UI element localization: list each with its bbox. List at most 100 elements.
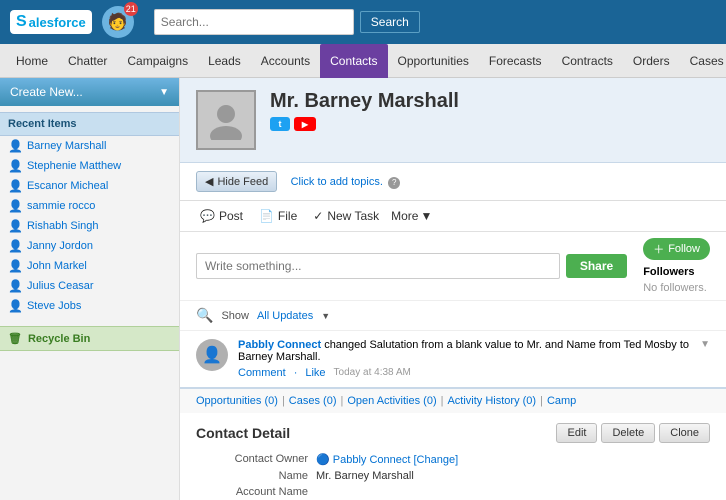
recent-items-title: Recent Items bbox=[0, 112, 179, 136]
task-icon: ✓ bbox=[313, 209, 323, 223]
activity-actor[interactable]: Pabbly Connect bbox=[238, 339, 321, 351]
search-input[interactable] bbox=[154, 9, 354, 35]
notification-badge: 21 bbox=[124, 2, 138, 16]
write-something-input[interactable] bbox=[196, 253, 560, 279]
share-button[interactable]: Share bbox=[566, 254, 627, 278]
write-area-row: Share ＋ Follow Followers No followers. bbox=[180, 232, 726, 301]
youtube-icon[interactable]: ▶ bbox=[294, 117, 316, 131]
salesforce-logo: Salesforce bbox=[10, 10, 92, 34]
tab-open-activities[interactable]: Open Activities (0) bbox=[347, 395, 436, 407]
activity-time: Today at 4:38 AM bbox=[334, 367, 411, 379]
post-icon: 💬 bbox=[200, 209, 215, 223]
like-link[interactable]: Like bbox=[305, 367, 325, 379]
filter-row: 🔍 Show All Updates ▼ bbox=[180, 301, 726, 331]
file-button[interactable]: 📄 File bbox=[255, 207, 301, 225]
user-avatar[interactable]: 🧑 21 bbox=[102, 6, 134, 38]
comment-link[interactable]: Comment bbox=[238, 367, 286, 379]
contact-info: Mr. Barney Marshall t ▶ bbox=[270, 90, 710, 131]
all-updates-link[interactable]: All Updates bbox=[257, 310, 313, 322]
new-task-button[interactable]: ✓ New Task bbox=[309, 207, 383, 225]
action-bar: 💬 Post 📄 File ✓ New Task More ▼ bbox=[180, 201, 726, 232]
clone-button[interactable]: Clone bbox=[659, 423, 710, 443]
hide-feed-button[interactable]: ◀ Hide Feed bbox=[196, 171, 277, 192]
show-label: Show bbox=[221, 310, 249, 322]
detail-table: Contact Owner 🔵 Pabbly Connect [Change] … bbox=[196, 453, 710, 500]
tab-separator: | bbox=[441, 395, 444, 407]
tab-activity-history[interactable]: Activity History (0) bbox=[447, 395, 536, 407]
feed-section: ◀ Hide Feed Click to add topics. ? bbox=[180, 163, 726, 201]
owner-link[interactable]: Pabbly Connect [Change] bbox=[333, 454, 458, 466]
sidebar-recent-item[interactable]: 👤 Julius Ceasar bbox=[0, 276, 179, 296]
person-icon: 👤 bbox=[8, 299, 23, 313]
person-icon: 👤 bbox=[8, 279, 23, 293]
nav-leads[interactable]: Leads bbox=[198, 44, 251, 78]
tab-opportunities[interactable]: Opportunities (0) bbox=[196, 395, 278, 407]
recycle-bin-section[interactable]: 🗑 Recycle Bin bbox=[0, 326, 179, 351]
person-icon: 👤 bbox=[8, 139, 23, 153]
nav-home[interactable]: Home bbox=[6, 44, 58, 78]
sidebar-recent-item[interactable]: 👤 Steve Jobs bbox=[0, 296, 179, 316]
avatar-silhouette bbox=[206, 100, 246, 140]
detail-row-name: Name Mr. Barney Marshall bbox=[196, 470, 710, 482]
expand-icon[interactable]: ▼ bbox=[700, 339, 710, 350]
no-followers-text: No followers. bbox=[643, 282, 707, 294]
search-button[interactable]: Search bbox=[360, 11, 420, 33]
nav-opportunities[interactable]: Opportunities bbox=[388, 44, 479, 78]
name-label: Name bbox=[196, 470, 316, 482]
nav-chatter[interactable]: Chatter bbox=[58, 44, 117, 78]
edit-button[interactable]: Edit bbox=[556, 423, 597, 443]
followers-label: Followers bbox=[643, 266, 694, 278]
contact-avatar bbox=[196, 90, 256, 150]
owner-value: 🔵 Pabbly Connect [Change] bbox=[316, 453, 710, 466]
nav-contracts[interactable]: Contracts bbox=[552, 44, 623, 78]
tab-cases[interactable]: Cases (0) bbox=[289, 395, 337, 407]
contact-detail-title: Contact Detail bbox=[196, 425, 290, 441]
follow-button[interactable]: ＋ Follow bbox=[643, 238, 710, 260]
file-icon: 📄 bbox=[259, 209, 274, 223]
person-icon: 👤 bbox=[8, 259, 23, 273]
info-icon[interactable]: ? bbox=[388, 177, 400, 189]
sidebar-recent-item[interactable]: 👤 Barney Marshall bbox=[0, 136, 179, 156]
detail-buttons: Edit Delete Clone bbox=[556, 423, 710, 443]
search-bar: Search bbox=[154, 9, 420, 35]
nav-cases[interactable]: Cases bbox=[680, 44, 726, 78]
account-value bbox=[316, 486, 710, 498]
post-button[interactable]: 💬 Post bbox=[196, 207, 247, 225]
hide-icon: ◀ bbox=[205, 175, 213, 188]
nav-forecasts[interactable]: Forecasts bbox=[479, 44, 552, 78]
contact-detail-section: Contact Detail Edit Delete Clone Contact… bbox=[180, 413, 726, 500]
more-button[interactable]: More ▼ bbox=[391, 209, 432, 223]
person-icon: 👤 bbox=[8, 239, 23, 253]
name-value: Mr. Barney Marshall bbox=[316, 470, 710, 482]
plus-icon: ＋ bbox=[653, 241, 664, 257]
nav-contacts[interactable]: Contacts bbox=[320, 44, 387, 78]
sidebar-recent-item[interactable]: 👤 Janny Jordon bbox=[0, 236, 179, 256]
sidebar-recent-item[interactable]: 👤 sammie rocco bbox=[0, 196, 179, 216]
nav-orders[interactable]: Orders bbox=[623, 44, 680, 78]
twitter-icon[interactable]: t bbox=[270, 117, 290, 131]
contact-detail-header: Contact Detail Edit Delete Clone bbox=[196, 423, 710, 443]
separator: · bbox=[294, 367, 298, 379]
main-layout: Create New... ▼ Recent Items 👤 Barney Ma… bbox=[0, 78, 726, 500]
add-topics-link[interactable]: Click to add topics. bbox=[291, 176, 383, 188]
sidebar: Create New... ▼ Recent Items 👤 Barney Ma… bbox=[0, 78, 180, 500]
person-icon: 👤 bbox=[8, 159, 23, 173]
contact-name: Mr. Barney Marshall bbox=[270, 90, 710, 113]
chevron-down-icon: ▼ bbox=[420, 209, 432, 223]
tab-camp[interactable]: Camp bbox=[547, 395, 576, 407]
delete-button[interactable]: Delete bbox=[601, 423, 655, 443]
detail-row-owner: Contact Owner 🔵 Pabbly Connect [Change] bbox=[196, 453, 710, 466]
nav-campaigns[interactable]: Campaigns bbox=[117, 44, 198, 78]
sidebar-recent-item[interactable]: 👤 Stephenie Matthew bbox=[0, 156, 179, 176]
activity-avatar: 👤 bbox=[196, 339, 228, 371]
nav-accounts[interactable]: Accounts bbox=[251, 44, 320, 78]
sidebar-recent-item[interactable]: 👤 Rishabh Singh bbox=[0, 216, 179, 236]
sidebar-recent-item[interactable]: 👤 John Markel bbox=[0, 256, 179, 276]
person-icon: 👤 bbox=[8, 199, 23, 213]
detail-row-account: Account Name bbox=[196, 486, 710, 498]
sidebar-recent-item[interactable]: 👤 Escanor Micheal bbox=[0, 176, 179, 196]
owner-icon: 🔵 bbox=[316, 454, 330, 466]
create-new-button[interactable]: Create New... ▼ bbox=[0, 78, 179, 106]
recycle-bin-icon: 🗑 bbox=[8, 332, 22, 345]
tab-separator: | bbox=[340, 395, 343, 407]
